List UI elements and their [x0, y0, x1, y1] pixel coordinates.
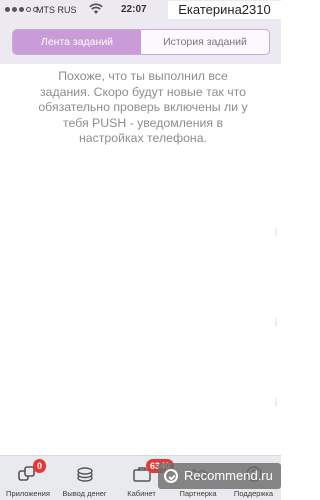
apps-badge: 0	[33, 459, 47, 473]
wifi-icon	[89, 3, 103, 14]
status-bar: MTS RUS 22:07 Екатерина2310	[0, 0, 281, 20]
tab-label: Поддержка	[233, 489, 274, 498]
user-watermark: Екатерина2310	[168, 1, 281, 19]
tab-label: Кабинет	[127, 489, 156, 498]
site-watermark: Recommend.ru	[158, 463, 281, 489]
scroll-hint	[275, 228, 277, 236]
scroll-hint	[275, 398, 277, 406]
tab-label: Партнерка	[179, 489, 217, 498]
signal-strength-icon	[5, 7, 38, 12]
coins-icon	[76, 467, 93, 482]
tab-apps[interactable]: 0 Приложения	[0, 456, 56, 500]
scroll-hint	[275, 318, 277, 326]
tab-task-feed[interactable]: Лента заданий	[13, 30, 141, 54]
site-watermark-text: Recommend.ru	[184, 468, 273, 483]
tab-withdraw[interactable]: Вывод денег	[56, 456, 113, 500]
tabs-header: Лента заданий История заданий	[0, 20, 281, 64]
tab-label: Вывод денег	[62, 489, 107, 498]
carrier-name: MTS RUS	[36, 5, 77, 15]
tab-task-history[interactable]: История заданий	[141, 30, 269, 54]
clock: 22:07	[121, 4, 147, 15]
check-logo-icon	[164, 469, 178, 483]
empty-state-message: Похоже, что ты выполнил все задания. Ско…	[38, 69, 248, 145]
tab-label: Приложения	[6, 489, 50, 498]
segmented-control: Лента заданий История заданий	[12, 29, 270, 55]
